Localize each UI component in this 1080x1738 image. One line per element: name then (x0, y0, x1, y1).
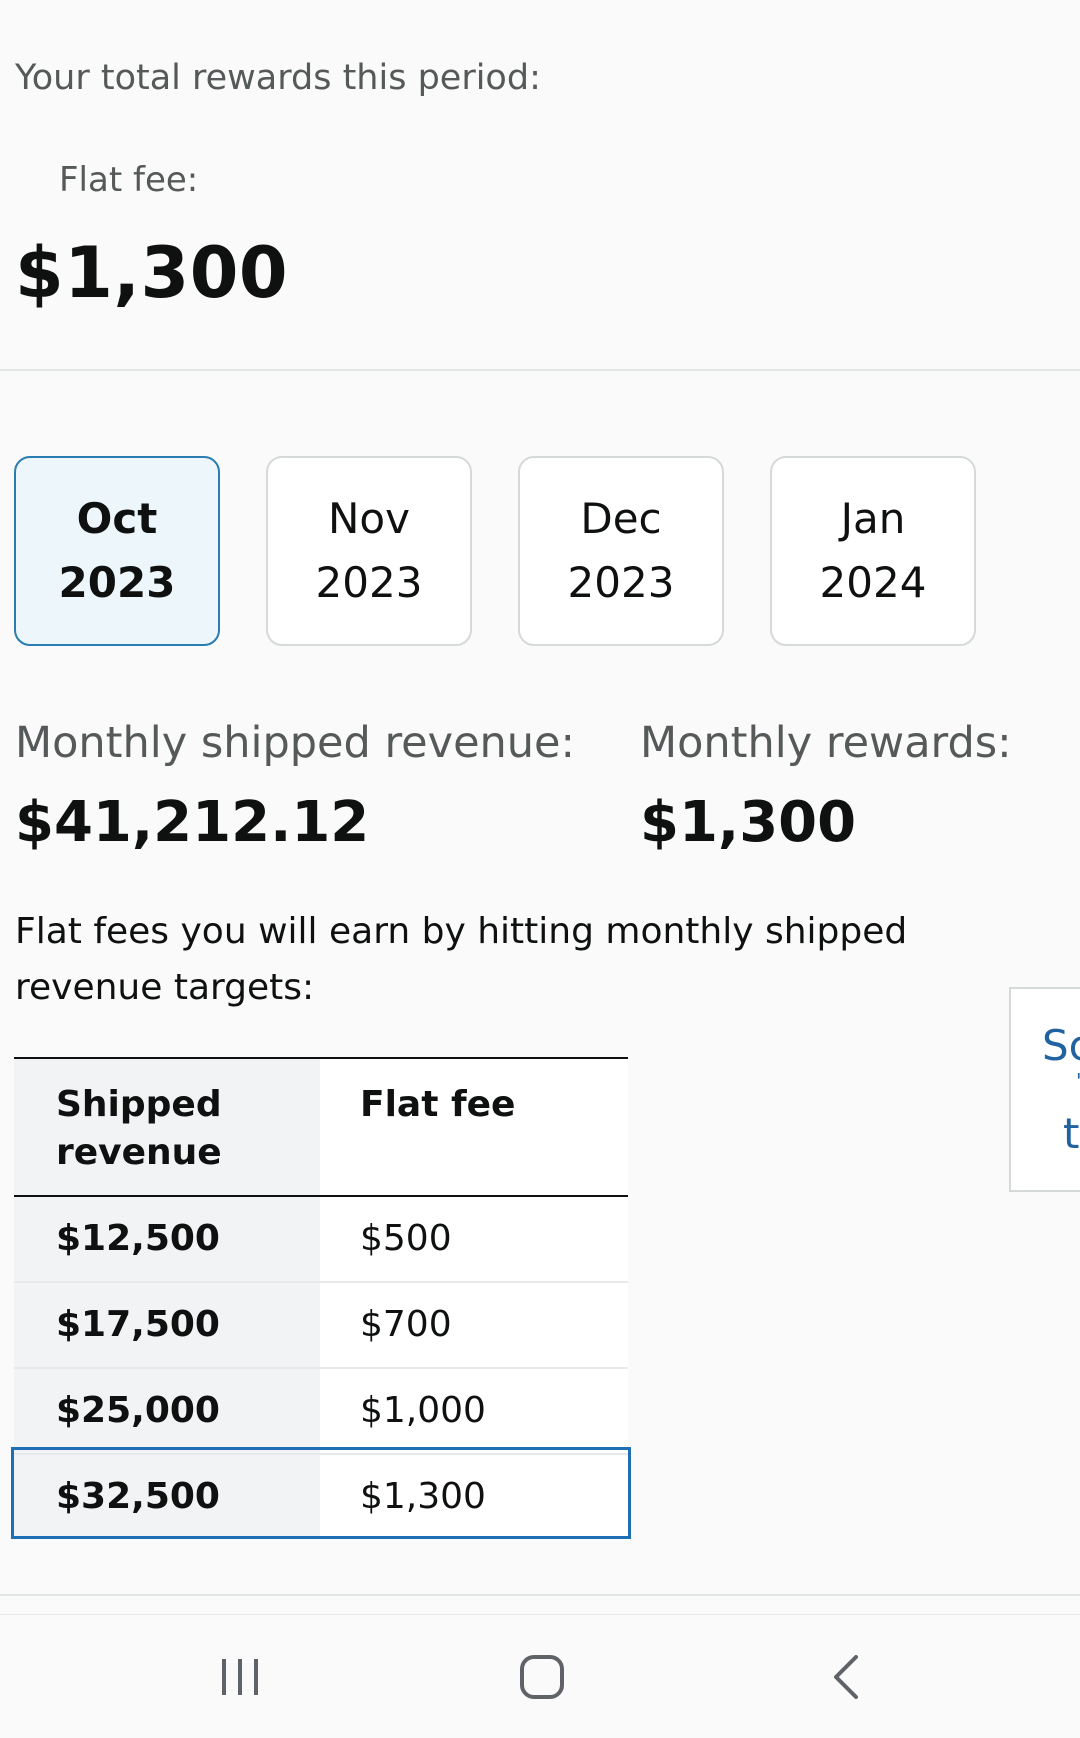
section-divider (0, 369, 1080, 371)
shipped-revenue-cell: $17,500 (14, 1282, 320, 1369)
back-icon (834, 1655, 858, 1699)
flat-fee-cell: $1,000 (320, 1368, 628, 1455)
month-tab-nov-2023[interactable]: Nov 2023 (266, 456, 472, 646)
month-tab-month: Dec (580, 494, 662, 543)
monthly-revenue-value: $41,212.12 (15, 790, 370, 855)
table-row-current: $32,500 $1,300 (14, 1454, 628, 1539)
flat-fee-cell: $500 (320, 1196, 628, 1283)
month-tab-year: 2023 (58, 558, 176, 607)
month-tab-year: 2023 (315, 558, 423, 607)
total-rewards-label: Your total rewards this period: (15, 58, 541, 98)
shipped-revenue-cell: $32,500 (14, 1454, 320, 1539)
shipped-revenue-cell: $25,000 (14, 1368, 320, 1455)
month-tab-month: Oct (76, 494, 158, 543)
column-header-shipped-revenue: Shipped revenue (14, 1058, 320, 1196)
month-tab-dec-2023[interactable]: Dec 2023 (518, 456, 724, 646)
table-row: $12,500 $500 (14, 1196, 628, 1283)
flat-fee-cell: $700 (320, 1282, 628, 1369)
month-tab-jan-2024[interactable]: Jan 2024 (770, 456, 976, 646)
recent-apps-icon (222, 1659, 258, 1695)
recent-apps-button[interactable] (180, 1615, 300, 1738)
month-tab-month: Jan (840, 494, 906, 543)
table-row: $17,500 $700 (14, 1282, 628, 1369)
flat-fee-label: Flat fee: (59, 160, 199, 200)
system-navigation-bar (0, 1614, 1080, 1738)
back-button[interactable] (786, 1615, 906, 1738)
side-card-text: Sc (1042, 1021, 1080, 1070)
month-tab-oct-2023[interactable]: Oct 2023 (14, 456, 220, 646)
month-tab-year: 2023 (567, 558, 675, 607)
table-row: $25,000 $1,000 (14, 1368, 628, 1455)
month-tab-year: 2024 (819, 558, 927, 607)
flat-fee-table: Shipped revenue Flat fee $12,500 $500 $1… (14, 1057, 628, 1539)
side-card[interactable]: Sc ' t (1009, 987, 1080, 1192)
monthly-rewards-value: $1,300 (640, 790, 857, 855)
column-header-flat-fee: Flat fee (320, 1058, 628, 1196)
side-card-text: ' (1076, 1069, 1080, 1093)
month-tab-month: Nov (328, 494, 410, 543)
monthly-rewards-label: Monthly rewards: (640, 718, 1012, 768)
monthly-revenue-label: Monthly shipped revenue: (15, 718, 575, 768)
side-card-text: t (1063, 1109, 1080, 1158)
home-button[interactable] (482, 1615, 602, 1738)
total-rewards-amount: $1,300 (15, 232, 289, 314)
shipped-revenue-cell: $12,500 (14, 1196, 320, 1283)
flat-fee-description: Flat fees you will earn by hitting month… (15, 911, 908, 1008)
home-icon (520, 1655, 564, 1699)
rewards-page: Your total rewards this period: Flat fee… (0, 0, 1080, 1738)
table-header-row: Shipped revenue Flat fee (14, 1058, 628, 1196)
bottom-divider (0, 1594, 1080, 1596)
flat-fee-cell: $1,300 (320, 1454, 628, 1539)
